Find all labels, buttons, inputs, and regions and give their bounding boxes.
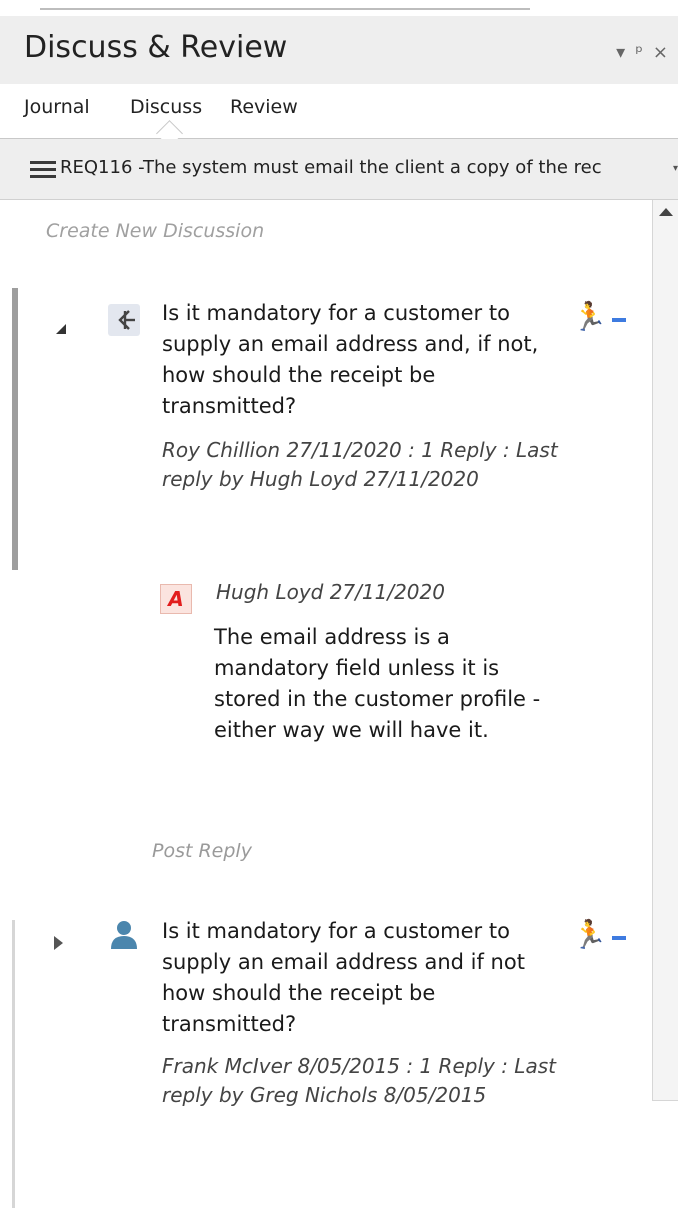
titlebar-controls: ▾ᵖ× (616, 42, 678, 63)
reply-author-icon: A (160, 584, 192, 614)
status-running-icon[interactable]: 🏃 (572, 918, 607, 951)
priority-icon[interactable] (612, 318, 626, 322)
discussion-meta: Frank McIver 8/05/2015 : 1 Reply : Last … (162, 1054, 556, 1107)
element-selector-bar[interactable]: REQ116 -The system must email the client… (0, 139, 678, 200)
dropdown-icon[interactable]: ▾ (616, 42, 635, 63)
vertical-scrollbar[interactable] (652, 200, 678, 1101)
discussion-meta: Roy Chillion 27/11/2020 : 1 Reply : Last… (162, 438, 558, 491)
user-icon (108, 918, 140, 950)
reply-text: The email address is a mandatory field u… (214, 625, 541, 742)
window-titlebar: Discuss & Review ▾ᵖ× (0, 16, 678, 84)
menu-icon[interactable] (30, 161, 56, 182)
dropdown-arrow-icon[interactable]: ▾ (673, 163, 678, 174)
window-title: Discuss & Review (24, 30, 288, 65)
scroll-up-icon[interactable] (659, 208, 673, 216)
status-running-icon[interactable]: 🏃 (572, 300, 607, 333)
element-name[interactable]: REQ116 -The system must email the client… (60, 157, 602, 178)
discussion-text: Is it mandatory for a customer to supply… (162, 919, 525, 1036)
collapse-thread-icon[interactable] (56, 324, 66, 334)
tab-journal[interactable]: Journal (24, 96, 90, 118)
close-icon[interactable]: × (653, 42, 678, 63)
discussion-text: Is it mandatory for a customer to supply… (162, 301, 539, 418)
selection-indicator (12, 288, 18, 570)
priority-icon[interactable] (612, 936, 626, 940)
requirement-icon (108, 304, 140, 336)
create-new-discussion[interactable]: Create New Discussion (46, 220, 264, 242)
pin-icon[interactable]: ᵖ (635, 42, 653, 63)
top-strip (0, 0, 678, 16)
tab-discuss[interactable]: Discuss (130, 96, 202, 118)
top-divider (40, 8, 530, 10)
reply-author: Hugh Loyd 27/11/2020 (216, 580, 445, 604)
post-reply[interactable]: Post Reply (152, 840, 252, 862)
expand-thread-icon[interactable] (54, 936, 63, 950)
discussion-list: Create New Discussion Is it mandatory fo… (0, 200, 652, 1208)
thread-indicator (12, 920, 15, 1208)
tab-review[interactable]: Review (230, 96, 298, 118)
tab-bar: Journal Discuss Review (0, 84, 678, 139)
